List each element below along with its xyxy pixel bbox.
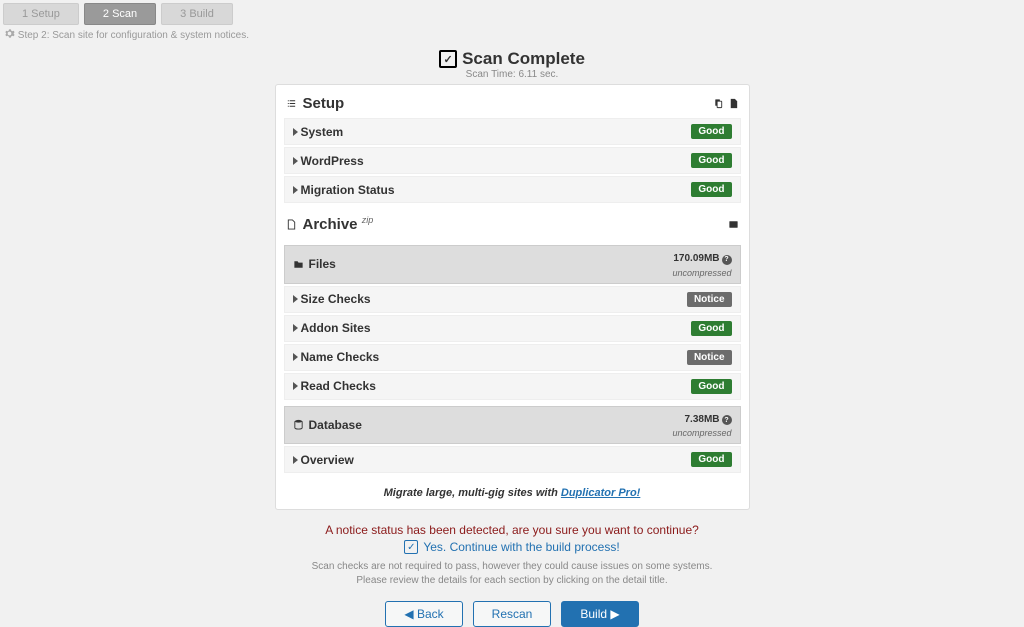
scan-row[interactable]: Overview Good xyxy=(284,446,741,473)
archive-icon xyxy=(286,219,297,230)
copy-icon[interactable] xyxy=(713,98,724,109)
status-badge: Notice xyxy=(687,292,732,307)
scan-row[interactable]: WordPress Good xyxy=(284,147,741,174)
caret-icon xyxy=(293,353,298,361)
caret-icon xyxy=(293,295,298,303)
wizard-steps: 1 Setup 2 Scan 3 Build xyxy=(0,0,1024,25)
step-scan[interactable]: 2 Scan xyxy=(84,3,156,25)
build-button[interactable]: Build ▶ xyxy=(561,601,638,627)
scan-row[interactable]: Addon Sites Good xyxy=(284,315,741,342)
wizard-subtitle: Step 2: Scan site for configuration & sy… xyxy=(0,25,1024,41)
status-badge: Good xyxy=(691,452,731,467)
database-icon xyxy=(293,419,304,430)
gear-icon xyxy=(4,28,15,39)
scan-row[interactable]: Name Checks Notice xyxy=(284,344,741,371)
check-icon: ✓ xyxy=(439,50,457,68)
list-icon xyxy=(286,98,297,109)
info-icon[interactable]: ? xyxy=(722,415,732,425)
scan-row[interactable]: Migration Status Good xyxy=(284,176,741,203)
scan-row[interactable]: Read Checks Good xyxy=(284,373,741,400)
caret-icon xyxy=(293,157,298,165)
help-text: Scan checks are not required to pass, ho… xyxy=(275,560,750,588)
promo-text: Migrate large, multi-gig sites with Dupl… xyxy=(284,487,741,499)
step-setup[interactable]: 1 Setup xyxy=(3,3,79,25)
status-badge: Good xyxy=(691,153,731,168)
section-setup-title: Setup xyxy=(286,95,345,112)
rescan-button[interactable]: Rescan xyxy=(473,601,552,627)
section-archive-title: Archive zip xyxy=(286,215,374,233)
caret-icon xyxy=(293,128,298,136)
caret-icon xyxy=(293,382,298,390)
window-icon[interactable] xyxy=(728,219,739,230)
scan-card: Setup System Good WordPress Good Migrati… xyxy=(275,84,750,510)
status-badge: Notice xyxy=(687,350,732,365)
scan-row[interactable]: System Good xyxy=(284,118,741,145)
files-subhead[interactable]: Files 170.09MB? uncompressed xyxy=(284,245,741,284)
file-icon[interactable] xyxy=(728,98,739,109)
status-badge: Good xyxy=(691,379,731,394)
page-title: ✓ Scan Complete xyxy=(439,49,585,69)
status-badge: Good xyxy=(691,124,731,139)
folder-icon xyxy=(293,259,304,270)
promo-link[interactable]: Duplicator Pro! xyxy=(561,487,640,499)
status-badge: Good xyxy=(691,321,731,336)
confirm-checkbox[interactable]: ✓ Yes. Continue with the build process! xyxy=(275,540,750,554)
caret-icon xyxy=(293,456,298,464)
scan-time: Scan Time: 6.11 sec. xyxy=(275,69,750,80)
back-button[interactable]: ◀ Back xyxy=(385,601,462,627)
step-build[interactable]: 3 Build xyxy=(161,3,233,25)
status-badge: Good xyxy=(691,182,731,197)
caret-icon xyxy=(293,186,298,194)
database-subhead[interactable]: Database 7.38MB? uncompressed xyxy=(284,406,741,445)
notice-warning: A notice status has been detected, are y… xyxy=(275,523,750,537)
info-icon[interactable]: ? xyxy=(722,255,732,265)
scan-row[interactable]: Size Checks Notice xyxy=(284,286,741,313)
caret-icon xyxy=(293,324,298,332)
